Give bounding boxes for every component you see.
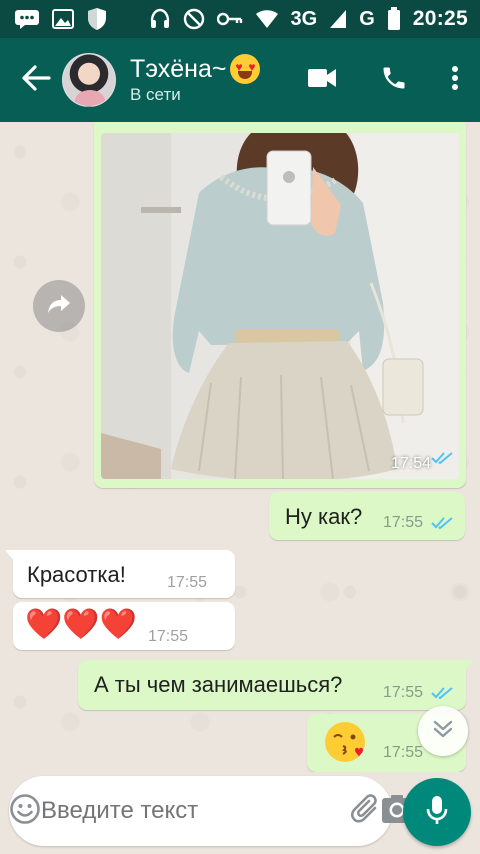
outgoing-message[interactable]: А ты чем занимаешься? 17:55: [78, 660, 474, 710]
status-time: 20:25: [412, 7, 468, 30]
message-text: А ты чем занимаешься?: [94, 672, 343, 697]
network-3g-label: 3G: [290, 7, 318, 30]
paperclip-icon: [350, 793, 381, 830]
message-icon: [14, 9, 40, 29]
headset-icon: [149, 8, 171, 30]
status-bar: 3G G 20:25: [0, 0, 480, 38]
shield-icon: [86, 7, 108, 31]
forward-button[interactable]: [33, 280, 85, 332]
video-call-button[interactable]: [286, 38, 358, 122]
outgoing-message[interactable]: Ну как? 17:55: [269, 492, 465, 540]
network-g-label: G: [359, 7, 375, 30]
voice-record-button[interactable]: [403, 778, 471, 846]
avatar[interactable]: [62, 53, 116, 107]
message-time: 17:55: [383, 684, 424, 701]
contact-name: Тэхёна~: [130, 55, 227, 83]
incoming-message[interactable]: ❤️❤️❤️ 17:55: [13, 602, 235, 650]
image-icon: [52, 9, 74, 29]
more-vert-icon: [451, 65, 459, 96]
phone-icon: [380, 64, 408, 97]
read-receipt-icon: [431, 686, 453, 705]
read-receipt-icon: [431, 451, 453, 470]
back-button[interactable]: [14, 38, 58, 122]
signal-icon: [329, 9, 347, 29]
message-composer: [9, 776, 412, 846]
message-text: Ну как?: [285, 504, 363, 529]
contact-name-row: Тэхёна~ ♥ ♥: [130, 54, 261, 84]
battery-icon: [387, 7, 401, 31]
scroll-to-bottom-button[interactable]: [418, 706, 468, 756]
message-text: Красотка!: [27, 562, 126, 587]
microphone-icon: [426, 795, 448, 830]
chat-header: Тэхёна~ ♥ ♥ В сети: [0, 38, 480, 122]
do-not-disturb-icon: [183, 8, 205, 30]
message-time: 17:55: [383, 514, 424, 531]
chat-area[interactable]: 17:54 Ну как? 17:55 Красотка! 17:55 ❤️❤️…: [0, 122, 480, 772]
message-emoji: ❤️❤️❤️: [25, 608, 138, 641]
contact-info[interactable]: Тэхёна~ ♥ ♥ В сети: [130, 54, 261, 106]
back-arrow-icon: [21, 64, 51, 96]
contact-status: В сети: [130, 85, 181, 104]
message-photo[interactable]: 17:54: [101, 133, 459, 479]
message-input[interactable]: [41, 797, 351, 825]
message-time: 17:55: [383, 744, 424, 761]
wifi-icon: [255, 9, 279, 29]
read-receipt-icon: [431, 516, 453, 535]
image-message[interactable]: 17:54: [94, 122, 466, 488]
message-time: 17:55: [148, 628, 189, 645]
heart-eyes-emoji-icon: ♥ ♥: [230, 54, 261, 84]
emoji-button[interactable]: [9, 776, 41, 846]
double-chevron-down-icon: [432, 719, 454, 744]
message-time: 17:54: [390, 455, 431, 472]
emoji-icon: [9, 793, 41, 830]
forward-icon: [47, 294, 71, 319]
bubble-tail: [5, 550, 15, 562]
bubble-tail: [464, 660, 474, 672]
key-icon: [216, 11, 243, 27]
kissing-heart-emoji-icon: [325, 722, 365, 762]
incoming-message[interactable]: Красотка! 17:55: [5, 550, 235, 598]
more-options-button[interactable]: [430, 38, 480, 122]
video-call-icon: [307, 68, 337, 93]
voice-call-button[interactable]: [358, 38, 430, 122]
attach-button[interactable]: [350, 776, 381, 846]
message-time: 17:55: [167, 574, 208, 591]
photo-image: [101, 133, 459, 479]
